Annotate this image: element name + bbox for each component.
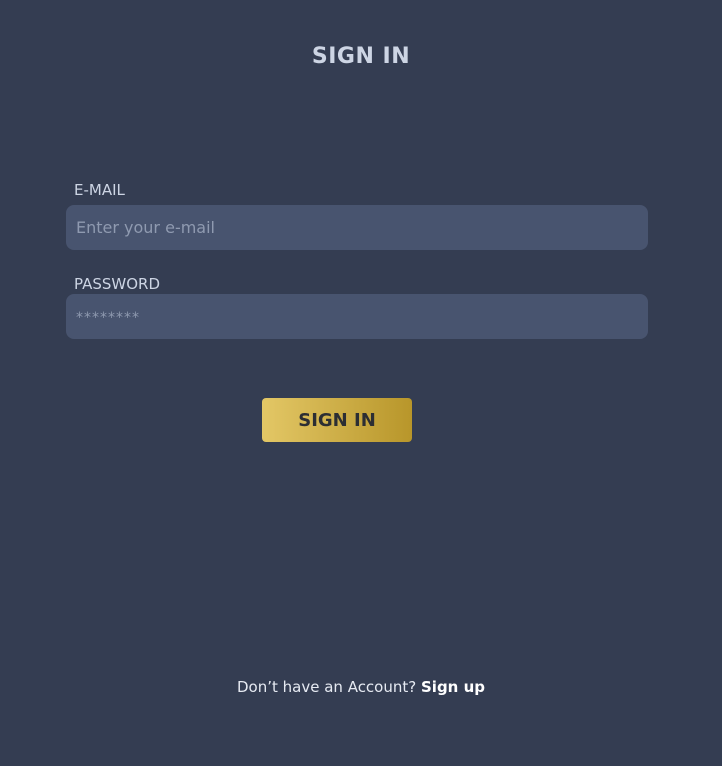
email-field[interactable] bbox=[66, 205, 648, 250]
page-title: SIGN IN bbox=[311, 44, 411, 69]
sign-in-button[interactable]: SIGN IN bbox=[262, 398, 412, 442]
password-field[interactable] bbox=[66, 294, 648, 339]
email-label: E-MAIL bbox=[74, 181, 125, 199]
signup-link[interactable]: Sign up bbox=[421, 678, 485, 696]
signup-prompt: Don’t have an Account? Sign up bbox=[0, 678, 722, 696]
password-label: PASSWORD bbox=[74, 275, 161, 293]
signup-prompt-text: Don’t have an Account? bbox=[237, 678, 417, 696]
